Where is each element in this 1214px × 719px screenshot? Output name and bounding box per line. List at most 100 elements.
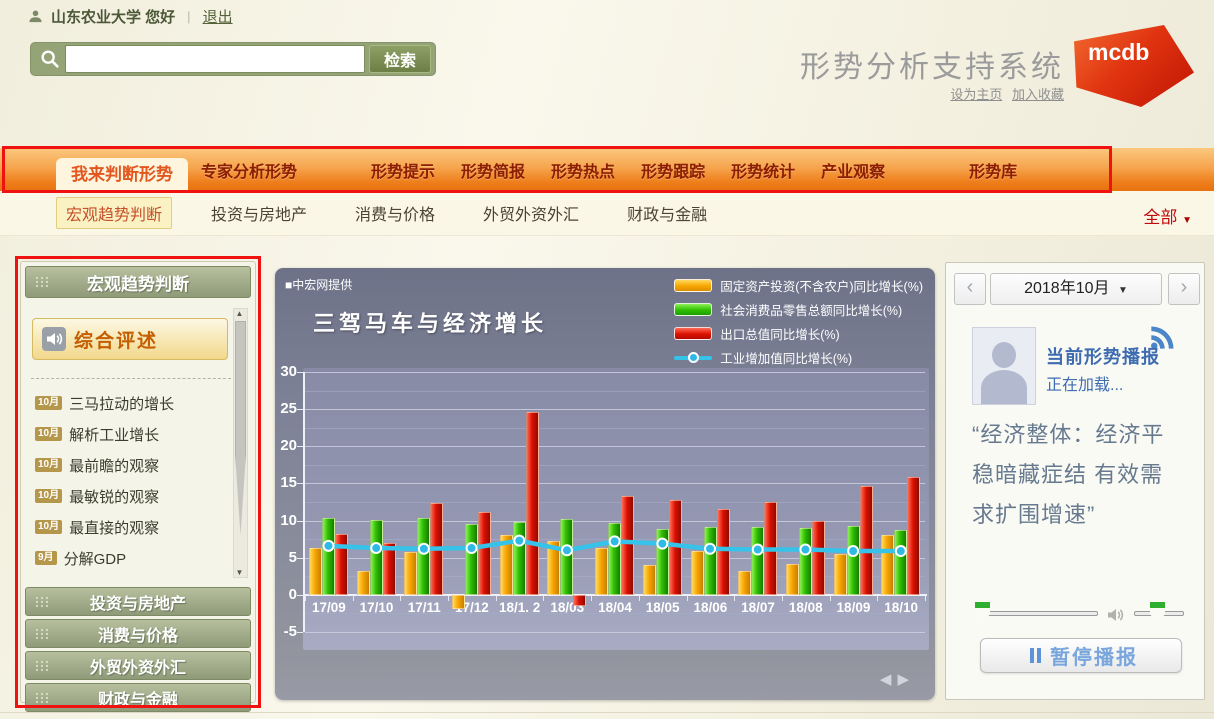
search-bar: 检索	[30, 42, 436, 76]
divider: |	[187, 9, 190, 24]
logged-in-user: 山东农业大学 您好	[51, 6, 175, 27]
month-badge: 10月	[35, 520, 62, 534]
chart-pager[interactable]: ◀▶	[880, 670, 915, 688]
sidebar-section-4[interactable]: 财政与金融	[25, 683, 251, 712]
broadcast-panel: ‹ 2018年10月 ▼ › 当前形势播报 正在加载... “经济整体：经济平稳…	[945, 262, 1205, 700]
month-badge: 9月	[35, 551, 57, 565]
grip-dots-icon	[35, 628, 49, 640]
legend-item-4: 工业增加值同比增长(%)	[674, 348, 923, 367]
set-home-link[interactable]: 设为主页	[950, 87, 1002, 102]
sidebar-article-4[interactable]: 10月最敏锐的观察	[35, 485, 159, 507]
topbar: 山东农业大学 您好 | 退出	[28, 5, 233, 27]
sidebar-article-3[interactable]: 10月最前瞻的观察	[35, 454, 159, 476]
tab-4[interactable]: 形势简报	[448, 158, 538, 182]
tab-6[interactable]: 形势跟踪	[628, 158, 718, 182]
avatar	[972, 327, 1036, 405]
y-axis-label: 10	[269, 512, 297, 529]
mcdb-logo: mcdb	[1074, 25, 1194, 107]
tab-8[interactable]: 产业观察	[808, 158, 898, 182]
subnav-item-1[interactable]: 宏观趋势判断	[56, 197, 172, 229]
subnav-item-5[interactable]: 财政与金融	[618, 198, 716, 228]
add-favorite-link[interactable]: 加入收藏	[1012, 87, 1064, 102]
main-nav: 我来判断形势专家分析形势 形势提示形势简报形势热点形势跟踪形势统计产业观察 形势库	[0, 148, 1214, 191]
app-title: 形势分析支持系统	[800, 42, 1064, 86]
tab-5[interactable]: 形势热点	[538, 158, 628, 182]
sidebar-article-2[interactable]: 10月解析工业增长	[35, 423, 159, 445]
header-links: 设为主页 加入收藏	[944, 84, 1064, 103]
y-axis-label: 20	[269, 437, 297, 454]
plot-area: -505101520253017/0917/1017/1117/1218/1. …	[305, 372, 925, 632]
sidebar-section-3[interactable]: 外贸外资外汇	[25, 651, 251, 680]
y-axis-label: 0	[269, 586, 297, 603]
sidebar-article-list: 综合评述 ▲ ▼ 10月三马拉动的增长10月解析工业增长10月最前瞻的观察10月…	[23, 302, 253, 584]
featured-summary-item[interactable]: 综合评述	[32, 318, 228, 360]
scrollbar-thumb[interactable]	[235, 321, 246, 535]
search-button[interactable]: 检索	[369, 45, 431, 73]
pause-broadcast-button[interactable]: 暂停播报	[980, 638, 1182, 673]
sidebar-header-macro-trend[interactable]: 宏观趋势判断	[25, 266, 251, 298]
prev-month-button[interactable]: ‹	[954, 273, 986, 305]
sidebar-article-1[interactable]: 10月三马拉动的增长	[35, 392, 174, 414]
y-axis-label: 25	[269, 400, 297, 417]
volume-thumb[interactable]	[1150, 602, 1165, 622]
volume-icon	[1104, 603, 1130, 627]
subnav-item-2[interactable]: 投资与房地产	[202, 198, 316, 228]
tab-7[interactable]: 形势统计	[718, 158, 808, 182]
progress-track[interactable]	[982, 611, 1098, 616]
sidebar-section-2[interactable]: 消费与价格	[25, 619, 251, 648]
legend-item-2: 社会消费品零售总额同比增长(%)	[674, 300, 923, 319]
month-badge: 10月	[35, 489, 62, 503]
speaker-icon	[42, 327, 66, 351]
grip-dots-icon	[35, 596, 49, 608]
chart-provider: ■中宏网提供	[285, 276, 352, 293]
divider	[31, 378, 231, 379]
legend-swatch	[674, 279, 712, 292]
all-dropdown[interactable]: 全部 ▼	[1143, 203, 1192, 228]
broadcast-now-label: 当前形势播报	[1046, 343, 1160, 369]
search-icon	[39, 48, 61, 70]
y-axis-label: 30	[269, 363, 297, 380]
grip-dots-icon	[35, 660, 49, 672]
y-axis-label: 5	[269, 549, 297, 566]
grip-dots-icon	[35, 276, 49, 288]
tab-2[interactable]: 专家分析形势	[188, 158, 310, 182]
tab-1[interactable]: 我来判断形势	[56, 158, 188, 191]
sidebar-article-5[interactable]: 10月最直接的观察	[35, 516, 159, 538]
chart-panel: ■中宏网提供 三驾马车与经济增长 固定资产投资(不含农户)同比增长(%) 社会消费…	[275, 268, 935, 700]
subnav-item-3[interactable]: 消费与价格	[346, 198, 444, 228]
sidebar-article-6[interactable]: 9月分解GDP	[35, 547, 126, 569]
logout-link[interactable]: 退出	[203, 6, 233, 27]
tab-9[interactable]: 形势库	[956, 158, 1030, 182]
grip-dots-icon	[35, 692, 49, 704]
month-badge: 10月	[35, 427, 62, 441]
sub-nav: 宏观趋势判断投资与房地产消费与价格外贸外资外汇财政与金融 全部 ▼	[0, 191, 1214, 236]
y-axis-label: 15	[269, 474, 297, 491]
tab-3[interactable]: 形势提示	[358, 158, 448, 182]
legend-swatch	[674, 351, 712, 364]
broadcast-quote: “经济整体：经济平稳暗藏症结 有效需求扩围增速”	[972, 415, 1182, 535]
scroll-down-icon[interactable]: ▼	[234, 568, 245, 577]
search-input[interactable]	[65, 45, 365, 73]
scroll-up-icon[interactable]: ▲	[234, 309, 245, 318]
user-icon	[28, 9, 43, 24]
loading-text: 正在加载...	[1046, 371, 1123, 395]
chart-title: 三驾马车与经济增长	[313, 306, 547, 338]
chevron-down-icon: ▼	[1182, 215, 1192, 226]
subnav-item-4[interactable]: 外贸外资外汇	[474, 198, 588, 228]
chart-legend: 固定资产投资(不含农户)同比增长(%)社会消费品零售总额同比增长(%)出口总值同…	[674, 276, 923, 372]
sidebar-section-1[interactable]: 投资与房地产	[25, 587, 251, 616]
y-axis-label: -5	[269, 623, 297, 640]
pause-icon	[1030, 644, 1044, 667]
sidebar: 宏观趋势判断 综合评述 ▲ ▼ 10月三马拉动的增长 10月解析工业增长 10月最前…	[20, 261, 256, 703]
legend-item-1: 固定资产投资(不含农户)同比增长(%)	[674, 276, 923, 295]
footer-divider	[0, 712, 1214, 713]
month-selector[interactable]: 2018年10月 ▼	[990, 273, 1162, 305]
prev-chart-icon[interactable]: ◀	[880, 671, 898, 688]
next-chart-icon[interactable]: ▶	[897, 671, 915, 688]
sidebar-scrollbar[interactable]: ▲ ▼	[233, 308, 248, 578]
industry-growth-line	[305, 372, 925, 632]
progress-thumb[interactable]	[975, 602, 990, 622]
month-badge: 10月	[35, 396, 62, 410]
month-badge: 10月	[35, 458, 62, 472]
next-month-button[interactable]: ›	[1168, 273, 1200, 305]
